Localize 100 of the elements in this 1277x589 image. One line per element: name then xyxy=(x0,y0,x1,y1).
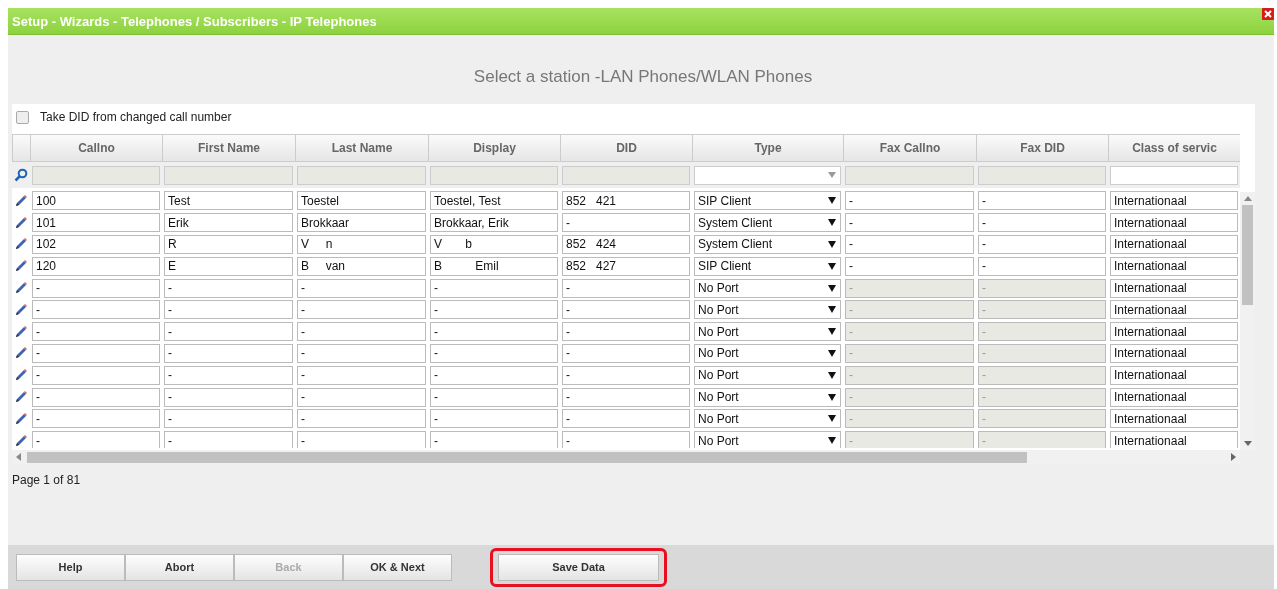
text-field[interactable]: - xyxy=(562,343,690,363)
scroll-left-icon[interactable] xyxy=(16,453,21,461)
type-dropdown[interactable]: No Port xyxy=(694,365,841,385)
pencil-icon[interactable] xyxy=(14,324,28,339)
pencil-icon[interactable] xyxy=(14,237,28,252)
text-field[interactable]: - xyxy=(164,343,293,363)
text-field[interactable]: - xyxy=(562,278,690,298)
filter-field[interactable] xyxy=(978,165,1106,185)
filter-field[interactable] xyxy=(32,165,160,185)
scroll-right-icon[interactable] xyxy=(1231,453,1236,461)
text-field[interactable]: E xyxy=(164,256,293,276)
column-header[interactable]: Type xyxy=(692,135,843,161)
text-field[interactable]: - xyxy=(164,278,293,298)
text-field[interactable]: - xyxy=(297,365,426,385)
column-header[interactable]: Fax Callno xyxy=(843,135,976,161)
checkbox[interactable] xyxy=(16,110,29,124)
search-icon[interactable] xyxy=(14,168,28,182)
type-dropdown[interactable]: System Client xyxy=(694,213,841,233)
text-field[interactable]: - xyxy=(32,343,160,363)
wizard-button[interactable]: Abort xyxy=(125,553,234,581)
text-field[interactable]: - xyxy=(845,213,974,233)
text-field[interactable]: Internationaal xyxy=(1110,343,1238,363)
text-field[interactable]: Internationaal xyxy=(1110,191,1238,211)
column-header[interactable]: DID xyxy=(560,135,692,161)
pencil-icon[interactable] xyxy=(14,433,28,448)
text-field[interactable]: - xyxy=(562,409,690,429)
text-field[interactable]: Internationaal xyxy=(1110,300,1238,320)
type-dropdown[interactable]: No Port xyxy=(694,343,841,363)
text-field[interactable]: - xyxy=(32,278,160,298)
text-field[interactable]: - xyxy=(32,387,160,407)
text-field[interactable]: 852 427 xyxy=(562,256,690,276)
column-header[interactable]: Display xyxy=(428,135,560,161)
text-field[interactable]: Internationaal xyxy=(1110,256,1238,276)
text-field[interactable]: - xyxy=(164,387,293,407)
text-field[interactable]: Toestel xyxy=(297,191,426,211)
text-field[interactable]: - xyxy=(32,300,160,320)
text-field[interactable]: 102 xyxy=(32,235,160,254)
text-field[interactable]: - xyxy=(32,365,160,385)
text-field[interactable]: R xyxy=(164,235,293,254)
text-field[interactable]: - xyxy=(430,343,558,363)
column-header[interactable]: First Name xyxy=(162,135,295,161)
type-dropdown[interactable]: No Port xyxy=(694,409,841,429)
pencil-icon[interactable] xyxy=(14,346,28,361)
text-field[interactable]: - xyxy=(164,300,293,320)
pencil-icon[interactable] xyxy=(14,368,28,383)
text-field[interactable]: 100 xyxy=(32,191,160,211)
text-field[interactable]: - xyxy=(164,365,293,385)
text-field[interactable]: Internationaal xyxy=(1110,365,1238,385)
type-dropdown[interactable]: No Port xyxy=(694,300,841,320)
text-field[interactable]: - xyxy=(32,431,160,448)
pencil-icon[interactable] xyxy=(14,193,28,208)
text-field[interactable]: 852 424 xyxy=(562,235,690,254)
text-field[interactable]: - xyxy=(562,322,690,342)
column-header[interactable]: Class of servic xyxy=(1108,135,1240,161)
text-field[interactable]: Internationaal xyxy=(1110,213,1238,233)
text-field[interactable]: - xyxy=(845,256,974,276)
filter-field[interactable] xyxy=(562,165,690,185)
type-dropdown[interactable]: SIP Client xyxy=(694,191,841,211)
type-dropdown[interactable]: No Port xyxy=(694,387,841,407)
text-field[interactable]: - xyxy=(978,213,1106,233)
text-field[interactable]: - xyxy=(978,191,1106,211)
text-field[interactable]: - xyxy=(845,235,974,254)
text-field[interactable]: - xyxy=(562,213,690,233)
text-field[interactable]: - xyxy=(430,431,558,448)
text-field[interactable]: - xyxy=(562,365,690,385)
text-field[interactable]: Internationaal xyxy=(1110,409,1238,429)
text-field[interactable]: - xyxy=(430,322,558,342)
type-dropdown[interactable]: No Port xyxy=(694,322,841,342)
text-field[interactable]: - xyxy=(845,191,974,211)
text-field[interactable]: V b xyxy=(430,235,558,254)
column-header[interactable]: Callno xyxy=(30,135,162,161)
text-field[interactable]: - xyxy=(164,431,293,448)
text-field[interactable]: - xyxy=(430,387,558,407)
text-field[interactable]: - xyxy=(297,322,426,342)
text-field[interactable]: - xyxy=(978,256,1106,276)
pencil-icon[interactable] xyxy=(14,390,28,405)
type-dropdown[interactable]: No Port xyxy=(694,431,841,448)
text-field[interactable]: - xyxy=(297,431,426,448)
text-field[interactable]: - xyxy=(430,365,558,385)
filter-field[interactable] xyxy=(297,165,426,185)
text-field[interactable]: - xyxy=(297,387,426,407)
text-field[interactable]: 101 xyxy=(32,213,160,233)
close-icon[interactable] xyxy=(1262,8,1274,20)
text-field[interactable]: Internationaal xyxy=(1110,235,1238,254)
text-field[interactable]: Internationaal xyxy=(1110,278,1238,298)
pencil-icon[interactable] xyxy=(14,215,28,230)
text-field[interactable]: Test xyxy=(164,191,293,211)
text-field[interactable]: - xyxy=(32,409,160,429)
scroll-down-icon[interactable] xyxy=(1243,441,1252,446)
text-field[interactable]: 120 xyxy=(32,256,160,276)
text-field[interactable]: Toestel, Test xyxy=(430,191,558,211)
column-header[interactable]: Last Name xyxy=(295,135,428,161)
text-field[interactable]: 852 421 xyxy=(562,191,690,211)
pencil-icon[interactable] xyxy=(14,302,28,317)
text-field[interactable]: - xyxy=(562,387,690,407)
text-field[interactable]: Brokkaar, Erik xyxy=(430,213,558,233)
text-field[interactable]: Internationaal xyxy=(1110,431,1238,448)
text-field[interactable]: Internationaal xyxy=(1110,387,1238,407)
text-field[interactable]: Brokkaar xyxy=(297,213,426,233)
text-field[interactable]: - xyxy=(32,322,160,342)
